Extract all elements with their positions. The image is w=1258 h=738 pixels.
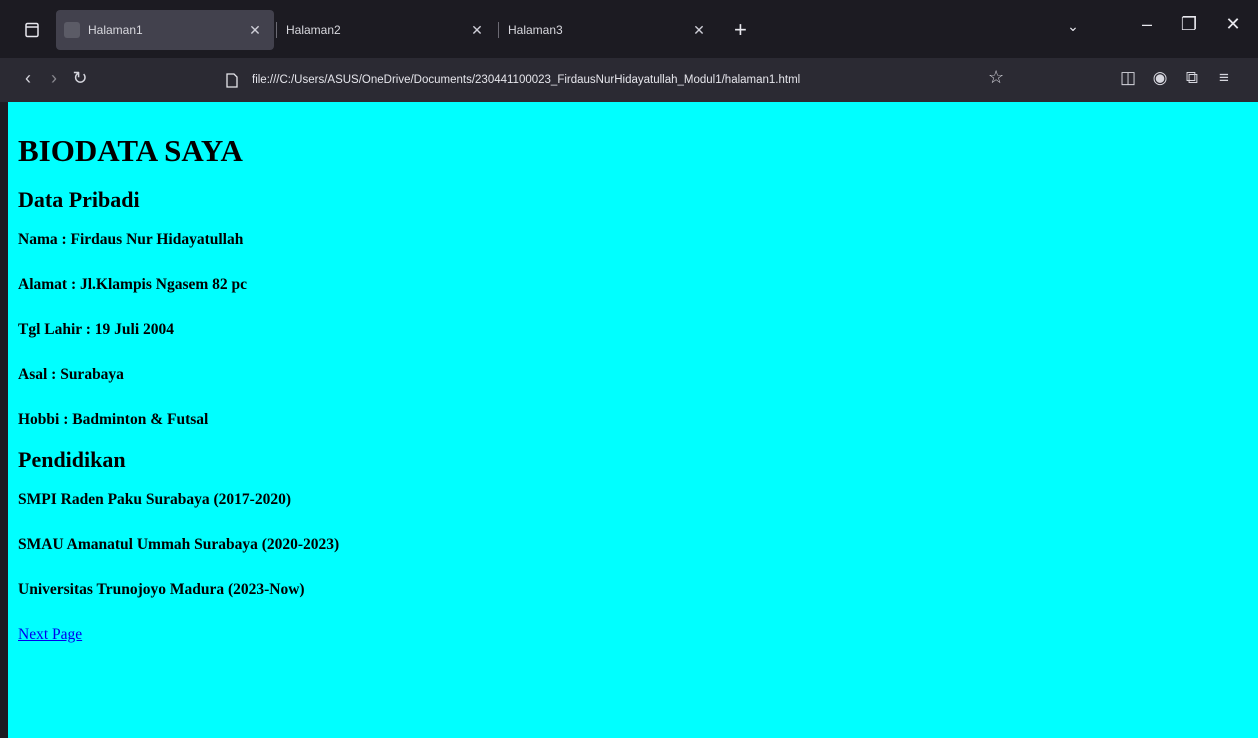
page-content: BIODATA SAYA Data Pribadi Nama : Firdaus…	[8, 102, 1258, 738]
extensions-icon[interactable]: ⧉	[1180, 68, 1204, 88]
education-item: SMPI Raden Paku Surabaya (2017-2020)	[18, 491, 291, 508]
education-item: SMAU Amanatul Ummah Surabaya (2020-2023)	[18, 536, 340, 553]
page-title: BIODATA SAYA	[18, 133, 243, 168]
tab-label: Halaman3	[508, 23, 563, 37]
url-text[interactable]: file:///C:/Users/ASUS/OneDrive/Documents…	[252, 74, 800, 86]
biodata-item: Tgl Lahir : 19 Juli 2004	[18, 321, 175, 338]
pocket-icon[interactable]: ◫	[1116, 68, 1140, 88]
close-icon[interactable]: ✕	[468, 22, 486, 39]
biodata-item: Alamat : Jl.Klampis Ngasem 82 pc	[18, 276, 248, 293]
tab-halaman1[interactable]: Halaman1 ✕	[56, 10, 274, 50]
page-favicon-icon	[64, 22, 80, 38]
section-heading-pendidikan: Pendidikan	[18, 447, 126, 472]
forward-icon[interactable]: ›	[42, 68, 66, 89]
close-icon[interactable]: ✕	[246, 22, 264, 39]
biodata-item: Hobbi : Badminton & Futsal	[18, 411, 209, 428]
window-close-icon[interactable]: ✕	[1218, 14, 1248, 35]
close-icon[interactable]: ✕	[690, 22, 708, 39]
section-heading-data-pribadi: Data Pribadi	[18, 187, 140, 212]
new-tab-icon[interactable]: +	[734, 17, 747, 43]
menu-icon[interactable]: ≡	[1212, 68, 1236, 88]
tab-bar: Halaman1 ✕ Halaman2 ✕ Halaman3 ✕ + ⌄ – ❐…	[0, 0, 1258, 58]
biodata-item: Nama : Firdaus Nur Hidayatullah	[18, 231, 244, 248]
list-all-tabs-icon[interactable]: ⌄	[1058, 18, 1088, 35]
restore-icon[interactable]: ❐	[1174, 14, 1204, 35]
account-icon[interactable]: ◉	[1148, 68, 1172, 88]
education-item: Universitas Trunojoyo Madura (2023-Now)	[18, 581, 305, 598]
tab-halaman3[interactable]: Halaman3 ✕	[500, 10, 718, 50]
next-page-link[interactable]: Next Page	[18, 626, 82, 644]
bookmark-star-icon[interactable]: ☆	[988, 67, 1004, 88]
navigation-toolbar: ‹ › ↻ file:///C:/Users/ASUS/OneDrive/Doc…	[0, 58, 1258, 102]
tab-separator	[276, 22, 277, 38]
tab-list-icon[interactable]	[22, 20, 42, 40]
biodata-item: Asal : Surabaya	[18, 366, 124, 383]
tab-separator	[498, 22, 499, 38]
tab-halaman2[interactable]: Halaman2 ✕	[278, 10, 496, 50]
tab-label: Halaman2	[286, 23, 341, 37]
minimize-icon[interactable]: –	[1132, 14, 1162, 35]
reload-icon[interactable]: ↻	[68, 68, 92, 89]
back-icon[interactable]: ‹	[16, 68, 40, 89]
tab-label: Halaman1	[88, 23, 143, 37]
page-icon	[226, 71, 242, 89]
address-bar[interactable]: file:///C:/Users/ASUS/OneDrive/Documents…	[210, 64, 1030, 96]
